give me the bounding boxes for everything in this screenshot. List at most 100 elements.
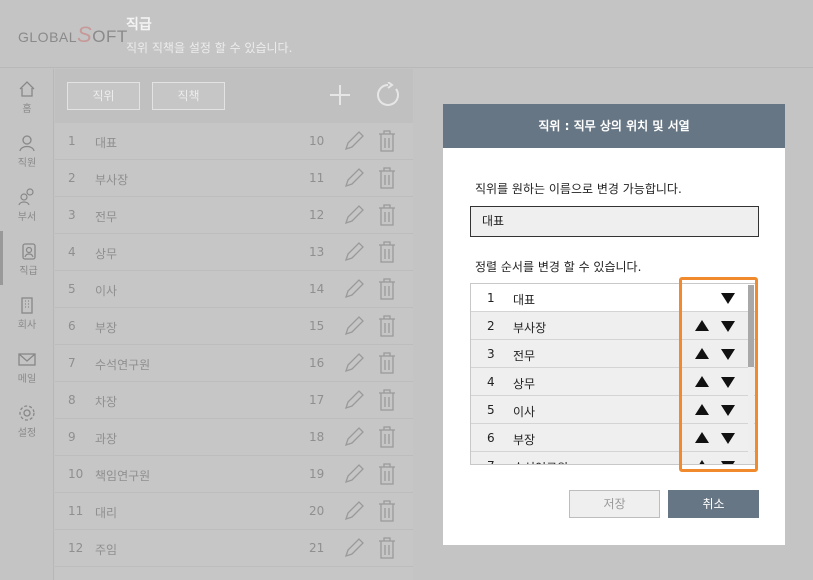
scroll-thumb[interactable] <box>748 285 754 367</box>
move-up-icon[interactable] <box>695 376 709 387</box>
sidebar-item-ranks[interactable]: 직급 <box>0 231 54 285</box>
tab-duty[interactable]: 직책 <box>152 82 225 110</box>
order-list-item[interactable]: 6 부장 <box>471 424 755 452</box>
move-up-icon[interactable] <box>695 348 709 359</box>
table-row[interactable]: 7 수석연구원 16 <box>55 345 413 382</box>
sidebar-item-company[interactable]: 회사 <box>0 285 54 339</box>
rank-name: 이사 <box>95 284 118 298</box>
item-number: 2 <box>487 319 495 333</box>
order-list-item[interactable]: 4 상무 <box>471 368 755 396</box>
trash-icon[interactable] <box>378 389 396 411</box>
rank-name: 대리 <box>95 506 118 520</box>
group-icon <box>18 188 34 206</box>
order-list-item[interactable]: 3 전무 <box>471 340 755 368</box>
pencil-icon[interactable] <box>343 537 365 559</box>
trash-icon[interactable] <box>378 315 396 337</box>
move-down-icon[interactable] <box>721 321 735 332</box>
table-row[interactable]: 8 차장 17 <box>55 382 413 419</box>
trash-icon[interactable] <box>378 130 396 152</box>
item-number: 4 <box>487 375 495 389</box>
rank-order: 21 <box>309 541 325 555</box>
order-list-item[interactable]: 2 부사장 <box>471 312 755 340</box>
order-list-item[interactable]: 1 대표 <box>471 284 755 312</box>
rank-order: 16 <box>309 356 325 370</box>
cancel-button[interactable]: 취소 <box>668 490 759 518</box>
pencil-icon[interactable] <box>343 500 365 522</box>
move-down-icon[interactable] <box>721 377 735 388</box>
item-name: 전무 <box>513 349 536 363</box>
move-up-icon[interactable] <box>695 404 709 415</box>
table-row[interactable]: 4 상무 13 <box>55 234 413 271</box>
rank-name: 부사장 <box>95 173 129 187</box>
table-row[interactable]: 5 이사 14 <box>55 271 413 308</box>
trash-icon[interactable] <box>378 278 396 300</box>
sidebar-item-settings[interactable]: 설정 <box>0 393 54 447</box>
trash-icon[interactable] <box>378 426 396 448</box>
row-number: 8 <box>68 393 76 407</box>
trash-icon[interactable] <box>378 167 396 189</box>
move-down-icon[interactable] <box>721 461 735 464</box>
tab-position[interactable]: 직위 <box>67 82 140 110</box>
move-up-icon[interactable] <box>695 432 709 443</box>
building-icon <box>21 297 33 314</box>
trash-icon[interactable] <box>378 537 396 559</box>
rank-name-input[interactable]: 대표 <box>470 206 759 237</box>
table-row[interactable]: 11 대리 20 <box>55 493 413 530</box>
sidebar-item-employees[interactable]: 직원 <box>0 123 54 177</box>
rank-name: 책임연구원 <box>95 469 151 483</box>
order-label: 정렬 순서를 변경 할 수 있습니다. <box>475 260 642 274</box>
row-number: 6 <box>68 319 76 333</box>
pencil-icon[interactable] <box>343 241 365 263</box>
order-list-scrollbar[interactable] <box>748 285 754 463</box>
table-row[interactable]: 9 과장 18 <box>55 419 413 456</box>
table-row[interactable]: 2 부사장 11 <box>55 160 413 197</box>
rank-order: 19 <box>309 467 325 481</box>
order-list-item[interactable]: 5 이사 <box>471 396 755 424</box>
row-number: 2 <box>68 171 76 185</box>
pencil-icon[interactable] <box>343 352 365 374</box>
trash-icon[interactable] <box>378 204 396 226</box>
trash-icon[interactable] <box>378 241 396 263</box>
move-down-icon[interactable] <box>721 405 735 416</box>
pencil-icon[interactable] <box>343 463 365 485</box>
table-row[interactable]: 10 책임연구원 19 <box>55 456 413 493</box>
rank-name: 부장 <box>95 321 118 335</box>
dialog-title: 직위 : 직무 상의 위치 및 서열 <box>443 104 785 148</box>
plus-icon[interactable] <box>329 84 351 106</box>
trash-icon[interactable] <box>378 352 396 374</box>
row-number: 1 <box>68 134 76 148</box>
page-title: 직급 <box>126 17 152 33</box>
item-name: 수석연구원 <box>513 459 568 464</box>
table-row[interactable]: 12 주임 21 <box>55 530 413 567</box>
refresh-icon[interactable] <box>375 82 401 108</box>
sidebar-item-home[interactable]: 홈 <box>0 69 54 123</box>
trash-icon[interactable] <box>378 463 396 485</box>
move-down-icon[interactable] <box>721 349 735 360</box>
save-button[interactable]: 저장 <box>569 490 660 518</box>
item-number: 6 <box>487 431 495 445</box>
sidebar-item-departments[interactable]: 부서 <box>0 177 54 231</box>
row-number: 10 <box>68 467 84 481</box>
move-down-icon[interactable] <box>721 433 735 444</box>
move-up-icon[interactable] <box>695 320 709 331</box>
rank-name: 차장 <box>95 395 118 409</box>
pencil-icon[interactable] <box>343 315 365 337</box>
pencil-icon[interactable] <box>343 426 365 448</box>
move-down-icon[interactable] <box>721 293 735 304</box>
table-row[interactable]: 6 부장 15 <box>55 308 413 345</box>
pencil-icon[interactable] <box>343 167 365 189</box>
table-row[interactable]: 3 전무 12 <box>55 197 413 234</box>
move-up-icon[interactable] <box>695 460 709 464</box>
rename-label: 직위를 원하는 이름으로 변경 가능합니다. <box>475 182 682 196</box>
table-row[interactable]: 1 대표 10 <box>55 123 413 160</box>
rank-order: 17 <box>309 393 325 407</box>
pencil-icon[interactable] <box>343 278 365 300</box>
sidebar-item-mail[interactable]: 메일 <box>0 339 54 393</box>
rank-name: 주임 <box>95 543 118 557</box>
pencil-icon[interactable] <box>343 204 365 226</box>
trash-icon[interactable] <box>378 500 396 522</box>
item-name: 대표 <box>513 293 536 307</box>
pencil-icon[interactable] <box>343 130 365 152</box>
order-list-item[interactable]: 7 수석연구원 <box>471 452 755 464</box>
pencil-icon[interactable] <box>343 389 365 411</box>
